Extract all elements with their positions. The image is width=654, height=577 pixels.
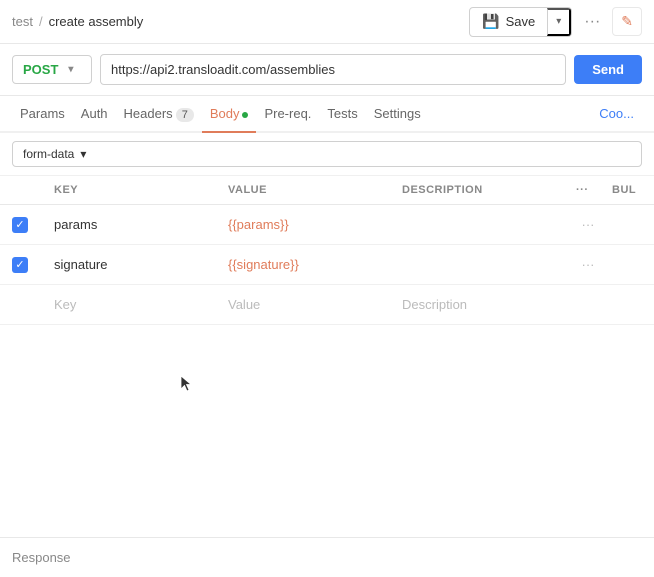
breadcrumb-separator: / bbox=[39, 14, 43, 29]
row1-key[interactable]: params bbox=[48, 209, 222, 240]
body-type-dropdown-icon: ▾ bbox=[80, 147, 86, 161]
method-label: POST bbox=[23, 62, 58, 77]
tab-cookies[interactable]: Coo... bbox=[591, 96, 642, 131]
row1-description[interactable] bbox=[396, 217, 570, 233]
header: test / create assembly 💾 Save ▾ ··· ✎ bbox=[0, 0, 654, 44]
th-description: DESCRIPTION bbox=[396, 176, 570, 204]
save-button-group: 💾 Save ▾ bbox=[469, 7, 572, 37]
breadcrumb: test / create assembly bbox=[12, 14, 469, 29]
edit-icon: ✎ bbox=[621, 13, 633, 29]
table-header: KEY VALUE DESCRIPTION ··· Bul bbox=[0, 176, 654, 205]
tabs-bar: Params Auth Headers7 Body Pre-req. Tests… bbox=[0, 96, 654, 133]
row2-dots[interactable]: ··· bbox=[570, 257, 606, 272]
params-table: KEY VALUE DESCRIPTION ··· Bul params {{p… bbox=[0, 176, 654, 325]
tab-prereq[interactable]: Pre-req. bbox=[256, 96, 319, 131]
method-dropdown-icon: ▾ bbox=[68, 64, 73, 75]
row1-check-cell bbox=[12, 217, 48, 233]
body-controls: form-data ▾ bbox=[0, 133, 654, 176]
breadcrumb-current: create assembly bbox=[49, 14, 144, 29]
tab-params[interactable]: Params bbox=[12, 96, 73, 131]
edit-button[interactable]: ✎ bbox=[612, 7, 642, 36]
row1-dots[interactable]: ··· bbox=[570, 217, 606, 232]
header-actions: 💾 Save ▾ ··· ✎ bbox=[469, 7, 642, 37]
row1-checkbox[interactable] bbox=[12, 217, 28, 233]
table-row: params {{params}} ··· bbox=[0, 205, 654, 245]
row2-value[interactable]: {{signature}} bbox=[222, 249, 396, 280]
empty-area bbox=[0, 325, 654, 525]
tab-auth[interactable]: Auth bbox=[73, 96, 116, 131]
url-input[interactable] bbox=[100, 54, 566, 85]
url-bar: POST ▾ Send bbox=[0, 44, 654, 96]
more-options-button[interactable]: ··· bbox=[578, 9, 606, 35]
row1-value[interactable]: {{params}} bbox=[222, 209, 396, 240]
tab-body[interactable]: Body bbox=[202, 96, 257, 131]
placeholder-key: Key bbox=[48, 289, 222, 320]
save-dropdown-button[interactable]: ▾ bbox=[547, 8, 571, 36]
body-type-select[interactable]: form-data ▾ bbox=[12, 141, 642, 167]
row2-description[interactable] bbox=[396, 257, 570, 273]
th-check bbox=[12, 176, 48, 204]
body-active-dot bbox=[242, 112, 248, 118]
tab-tests[interactable]: Tests bbox=[319, 96, 365, 131]
placeholder-value: Value bbox=[222, 289, 396, 320]
chevron-down-icon: ▾ bbox=[556, 16, 561, 27]
row2-key[interactable]: signature bbox=[48, 249, 222, 280]
body-type-label: form-data bbox=[23, 147, 74, 161]
method-select[interactable]: POST ▾ bbox=[12, 55, 92, 84]
th-bulk: Bul bbox=[606, 176, 642, 204]
save-label: Save bbox=[506, 14, 536, 29]
response-section: Response bbox=[0, 537, 654, 577]
row2-check-cell bbox=[12, 257, 48, 273]
placeholder-description: Description bbox=[396, 289, 570, 320]
send-button[interactable]: Send bbox=[574, 55, 642, 84]
response-label: Response bbox=[12, 550, 71, 565]
headers-badge: 7 bbox=[176, 108, 194, 122]
th-value: VALUE bbox=[222, 176, 396, 204]
tab-headers[interactable]: Headers7 bbox=[116, 96, 202, 131]
cursor bbox=[180, 375, 194, 396]
tab-settings[interactable]: Settings bbox=[366, 96, 429, 131]
th-key: KEY bbox=[48, 176, 222, 204]
table-row: signature {{signature}} ··· bbox=[0, 245, 654, 285]
breadcrumb-test[interactable]: test bbox=[12, 14, 33, 29]
save-button[interactable]: 💾 Save bbox=[470, 8, 547, 36]
th-dots: ··· bbox=[570, 176, 606, 204]
table-row-placeholder[interactable]: Key Value Description bbox=[0, 285, 654, 325]
save-icon: 💾 bbox=[482, 13, 499, 30]
row2-checkbox[interactable] bbox=[12, 257, 28, 273]
